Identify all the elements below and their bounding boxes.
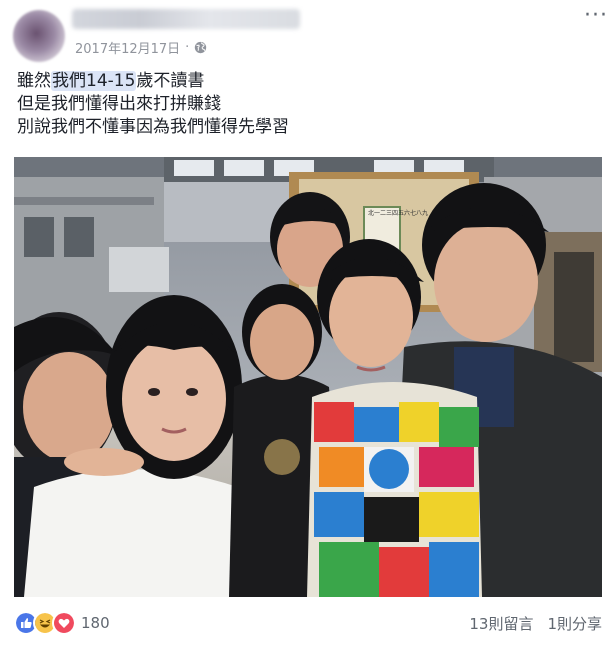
post-meta: 2017年12月17日 · bbox=[75, 38, 207, 57]
notice-board-sign: 北一二三四五六七八九 bbox=[368, 209, 428, 217]
post-message: 雖然我們14-15歲不讀書 但是我們懂得出來打拼賺錢 別說我們不懂事因為我們懂得… bbox=[17, 70, 289, 139]
love-reaction-icon bbox=[52, 611, 76, 635]
group-selfie-image: 北一二三四五六七八九 bbox=[14, 157, 602, 597]
reactions-summary[interactable]: 180 bbox=[14, 611, 110, 635]
post-line-1-post: 歲不讀書 bbox=[136, 71, 205, 91]
globe-icon[interactable] bbox=[194, 41, 207, 54]
engagement-stats: 13則留言 1則分享 bbox=[469, 613, 602, 634]
post-line-3: 別說我們不懂事因為我們懂得先學習 bbox=[17, 117, 289, 137]
reaction-count: 180 bbox=[81, 614, 110, 632]
author-name-redacted[interactable] bbox=[72, 9, 300, 29]
post-footer: 180 13則留言 1則分享 bbox=[0, 600, 616, 647]
post-photo[interactable]: 北一二三四五六七八九 bbox=[14, 157, 602, 597]
post-options-button[interactable]: ··· bbox=[584, 5, 608, 27]
post-header: 2017年12月17日 · ··· bbox=[0, 0, 616, 62]
post-line-2: 但是我們懂得出來打拼賺錢 bbox=[17, 94, 221, 114]
separator-dot: · bbox=[185, 40, 190, 55]
post-line-1: 雖然我們14-15歲不讀書 bbox=[17, 70, 289, 93]
comments-link[interactable]: 13則留言 bbox=[469, 613, 533, 634]
post-line-1-pre: 雖然 bbox=[17, 71, 51, 91]
post-line-1-highlight: 我們14-15 bbox=[51, 71, 137, 91]
post-date[interactable]: 2017年12月17日 bbox=[75, 38, 180, 57]
avatar[interactable] bbox=[13, 10, 65, 62]
shares-link[interactable]: 1則分享 bbox=[547, 613, 602, 634]
